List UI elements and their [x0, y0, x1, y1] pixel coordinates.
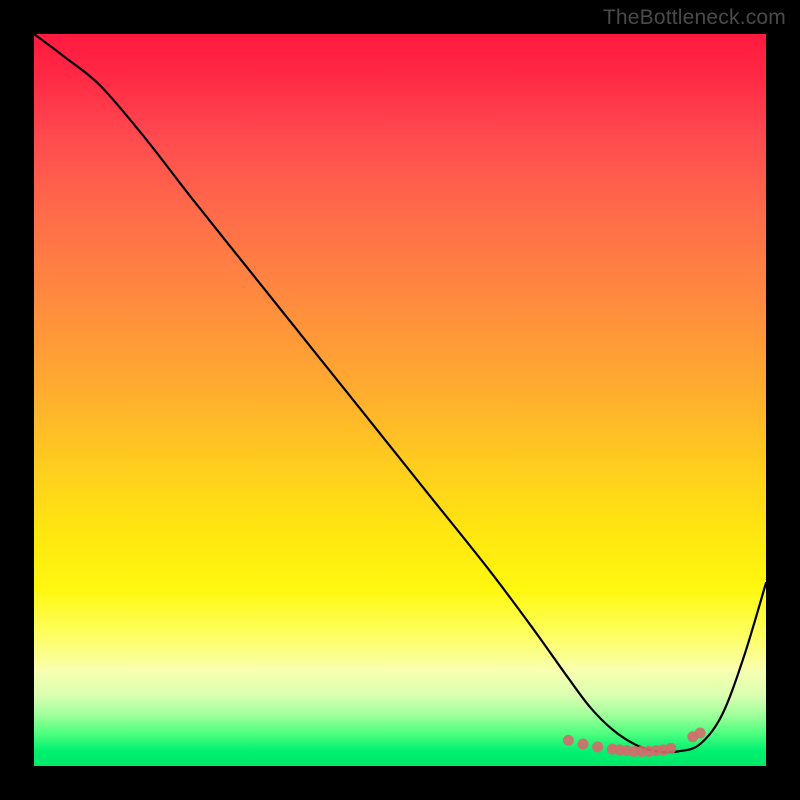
watermark-label: TheBottleneck.com — [603, 6, 786, 30]
chart-svg — [34, 34, 766, 766]
optimal-marker — [592, 741, 603, 752]
optimal-marker — [665, 743, 676, 754]
curve-layer — [34, 34, 766, 752]
optimal-marker — [578, 739, 589, 750]
optimal-marker — [563, 735, 574, 746]
bottleneck-curve — [34, 34, 766, 752]
marker-layer — [563, 728, 706, 757]
chart-frame: TheBottleneck.com — [0, 0, 800, 800]
plot-area — [34, 34, 766, 766]
optimal-marker — [695, 728, 706, 739]
